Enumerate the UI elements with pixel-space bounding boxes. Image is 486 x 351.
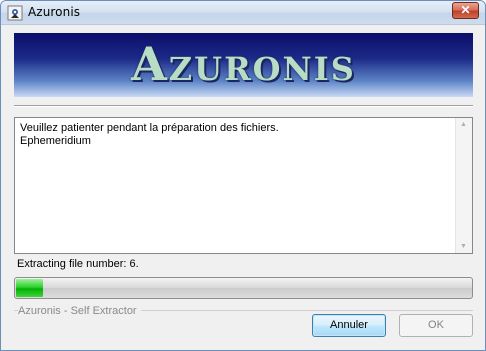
close-icon: ✕ xyxy=(460,3,471,17)
divider xyxy=(14,105,473,107)
vertical-scrollbar[interactable]: ▲ ▼ xyxy=(455,118,472,253)
banner-title: Azuronis xyxy=(131,37,356,91)
dialog-body: Azuronis Veuillez patienter pendant la p… xyxy=(3,26,483,349)
progress-bar xyxy=(14,277,473,299)
footer-label: Azuronis - Self Extractor xyxy=(18,305,141,317)
log-line: Veuillez patienter pendant la préparatio… xyxy=(20,122,279,134)
window-title: Azuronis xyxy=(28,5,81,19)
progress-fill xyxy=(16,279,43,297)
cancel-button[interactable]: Annuler xyxy=(312,314,386,337)
log-textarea[interactable]: Veuillez patienter pendant la préparatio… xyxy=(14,117,473,254)
status-text: Extracting file number: 6. xyxy=(17,258,139,270)
dialog-window: Azuronis ✕ Azuronis Veuillez patienter p… xyxy=(0,0,486,351)
header-banner: Azuronis xyxy=(14,33,473,97)
ok-button[interactable]: OK xyxy=(399,314,473,337)
installer-icon xyxy=(7,5,23,21)
scroll-up-icon[interactable]: ▲ xyxy=(460,121,467,128)
log-line: Ephemeridium xyxy=(20,135,91,147)
close-button[interactable]: ✕ xyxy=(452,2,479,19)
scroll-down-icon[interactable]: ▼ xyxy=(460,243,467,250)
title-bar[interactable]: Azuronis ✕ xyxy=(1,1,485,25)
